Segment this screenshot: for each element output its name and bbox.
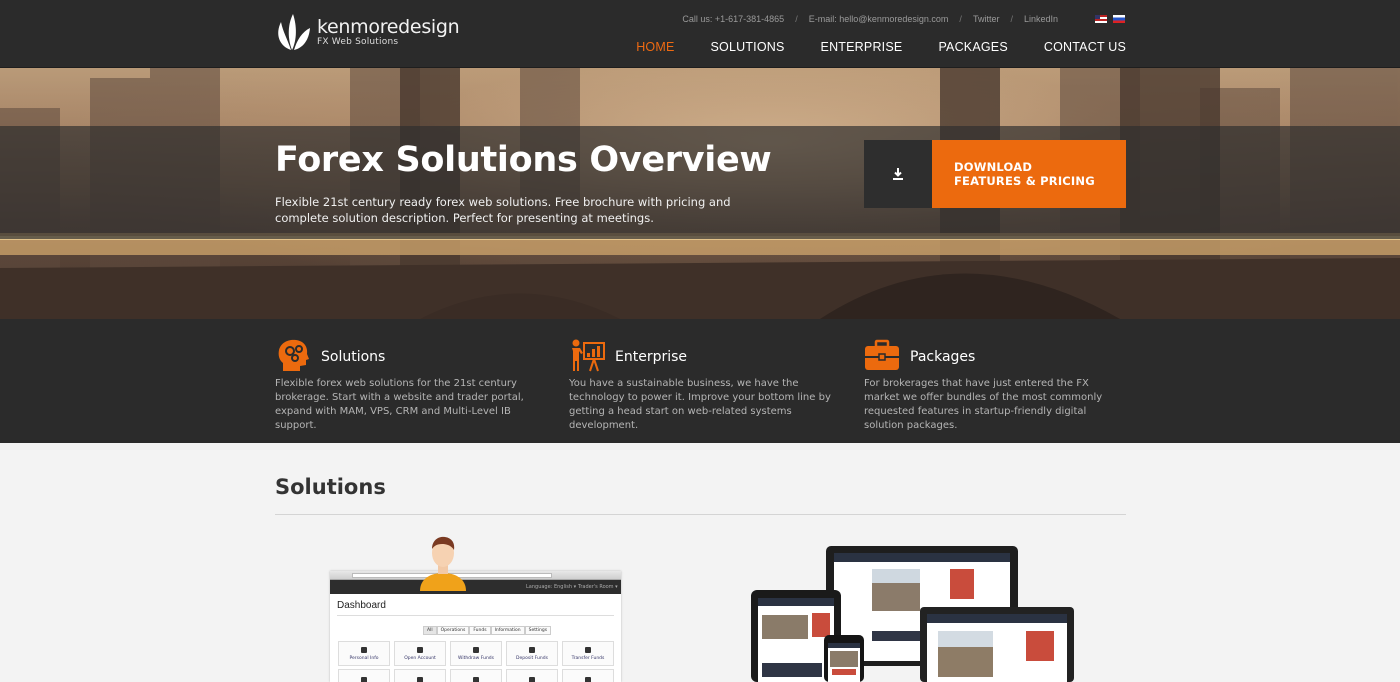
download-brochure-button[interactable]: DOWNLOAD FEATURES & PRICING	[864, 140, 1126, 208]
leaf-logo-icon	[278, 14, 310, 50]
nav-solutions[interactable]: SOLUTIONS	[711, 40, 785, 54]
hero-description: Flexible 21st century ready forex web so…	[275, 195, 731, 225]
twitter-link[interactable]: Twitter	[973, 14, 1000, 24]
logo[interactable]: kenmoredesign FX Web Solutions	[275, 12, 460, 52]
brand-name: kenmoredesign	[317, 16, 460, 38]
tile	[338, 669, 390, 682]
nav-enterprise[interactable]: ENTERPRISE	[821, 40, 903, 54]
tile	[562, 669, 614, 682]
separator: /	[795, 14, 798, 24]
feature-title: Enterprise	[615, 349, 688, 365]
feature-title: Packages	[910, 349, 976, 365]
tab-funds: Funds	[469, 626, 491, 635]
linkedin-link[interactable]: LinkedIn	[1024, 14, 1058, 24]
page-title: Forex Solutions Overview	[275, 140, 772, 180]
dashboard-title: Dashboard	[337, 600, 386, 611]
tile-open-account: Open Account	[394, 641, 446, 666]
head-gears-icon	[278, 339, 309, 371]
brand-tagline: FX Web Solutions	[317, 37, 399, 47]
language-select: Language: English ▾	[526, 584, 577, 590]
separator: /	[959, 14, 962, 24]
language-switcher	[1095, 15, 1125, 23]
phone-text: Call us: +1-617-381-4865	[682, 14, 785, 24]
download-label-line1: DOWNLOAD	[954, 160, 1033, 174]
user-avatar-illustration	[420, 536, 466, 591]
browser-chrome	[330, 571, 621, 580]
traders-room-select: Trader's Room ▾	[578, 584, 618, 590]
nav-packages[interactable]: PACKAGES	[938, 40, 1007, 54]
dashboard-screenshot: Language: English ▾ Trader's Room ▾ Dash…	[330, 571, 621, 682]
us-flag-icon[interactable]	[1095, 15, 1107, 23]
feature-enterprise[interactable]: Enterprise You have a sustainable busine…	[569, 337, 831, 433]
presenter-chart-icon	[572, 339, 605, 372]
tile	[506, 669, 558, 682]
feature-title: Solutions	[321, 349, 386, 365]
tile	[450, 669, 502, 682]
contact-bar: Call us: +1-617-381-4865 / E-mail: hello…	[682, 14, 1058, 24]
tab-settings: Settings	[524, 626, 552, 635]
site-header: kenmoredesign FX Web Solutions Call us: …	[0, 0, 1400, 68]
briefcase-icon	[865, 339, 899, 370]
nav-home[interactable]: HOME	[636, 40, 674, 54]
hero-banner: Forex Solutions Overview Flexible 21st c…	[0, 68, 1400, 319]
tab-information: Information	[490, 626, 525, 635]
feature-description: Flexible forex web solutions for the 21s…	[275, 378, 524, 431]
section-title: Solutions	[275, 475, 386, 499]
divider	[275, 514, 1126, 515]
email-link[interactable]: E-mail: hello@kenmoredesign.com	[809, 14, 949, 24]
tile-deposit-funds: Deposit Funds	[506, 641, 558, 666]
dashboard-topbar: Language: English ▾ Trader's Room ▾	[330, 580, 621, 594]
features-strip: Solutions Flexible forex web solutions f…	[0, 319, 1400, 443]
download-icon	[864, 140, 932, 208]
dashboard-tabs: All Operations Funds Information Setting…	[423, 626, 552, 635]
download-label-line2: FEATURES & PRICING	[954, 174, 1095, 188]
ru-flag-icon[interactable]	[1113, 15, 1125, 23]
tile-transfer-funds: Transfer Funds	[562, 641, 614, 666]
tab-operations: Operations	[436, 626, 470, 635]
dashboard-tiles: Personal Info Open Account Withdraw Fund…	[338, 641, 614, 682]
tile-withdraw-funds: Withdraw Funds	[450, 641, 502, 666]
feature-packages[interactable]: Packages For brokerages that have just e…	[864, 337, 1126, 433]
tab-all: All	[423, 626, 437, 635]
feature-description: For brokerages that have just entered th…	[864, 378, 1103, 431]
main-nav: HOME SOLUTIONS ENTERPRISE PACKAGES CONTA…	[600, 40, 1126, 54]
separator: /	[1010, 14, 1013, 24]
responsive-devices-illustration	[751, 546, 1074, 682]
tile-personal-info: Personal Info	[338, 641, 390, 666]
tile	[394, 669, 446, 682]
nav-contact-us[interactable]: CONTACT US	[1044, 40, 1126, 54]
feature-description: You have a sustainable business, we have…	[569, 378, 831, 431]
feature-solutions[interactable]: Solutions Flexible forex web solutions f…	[275, 337, 537, 433]
